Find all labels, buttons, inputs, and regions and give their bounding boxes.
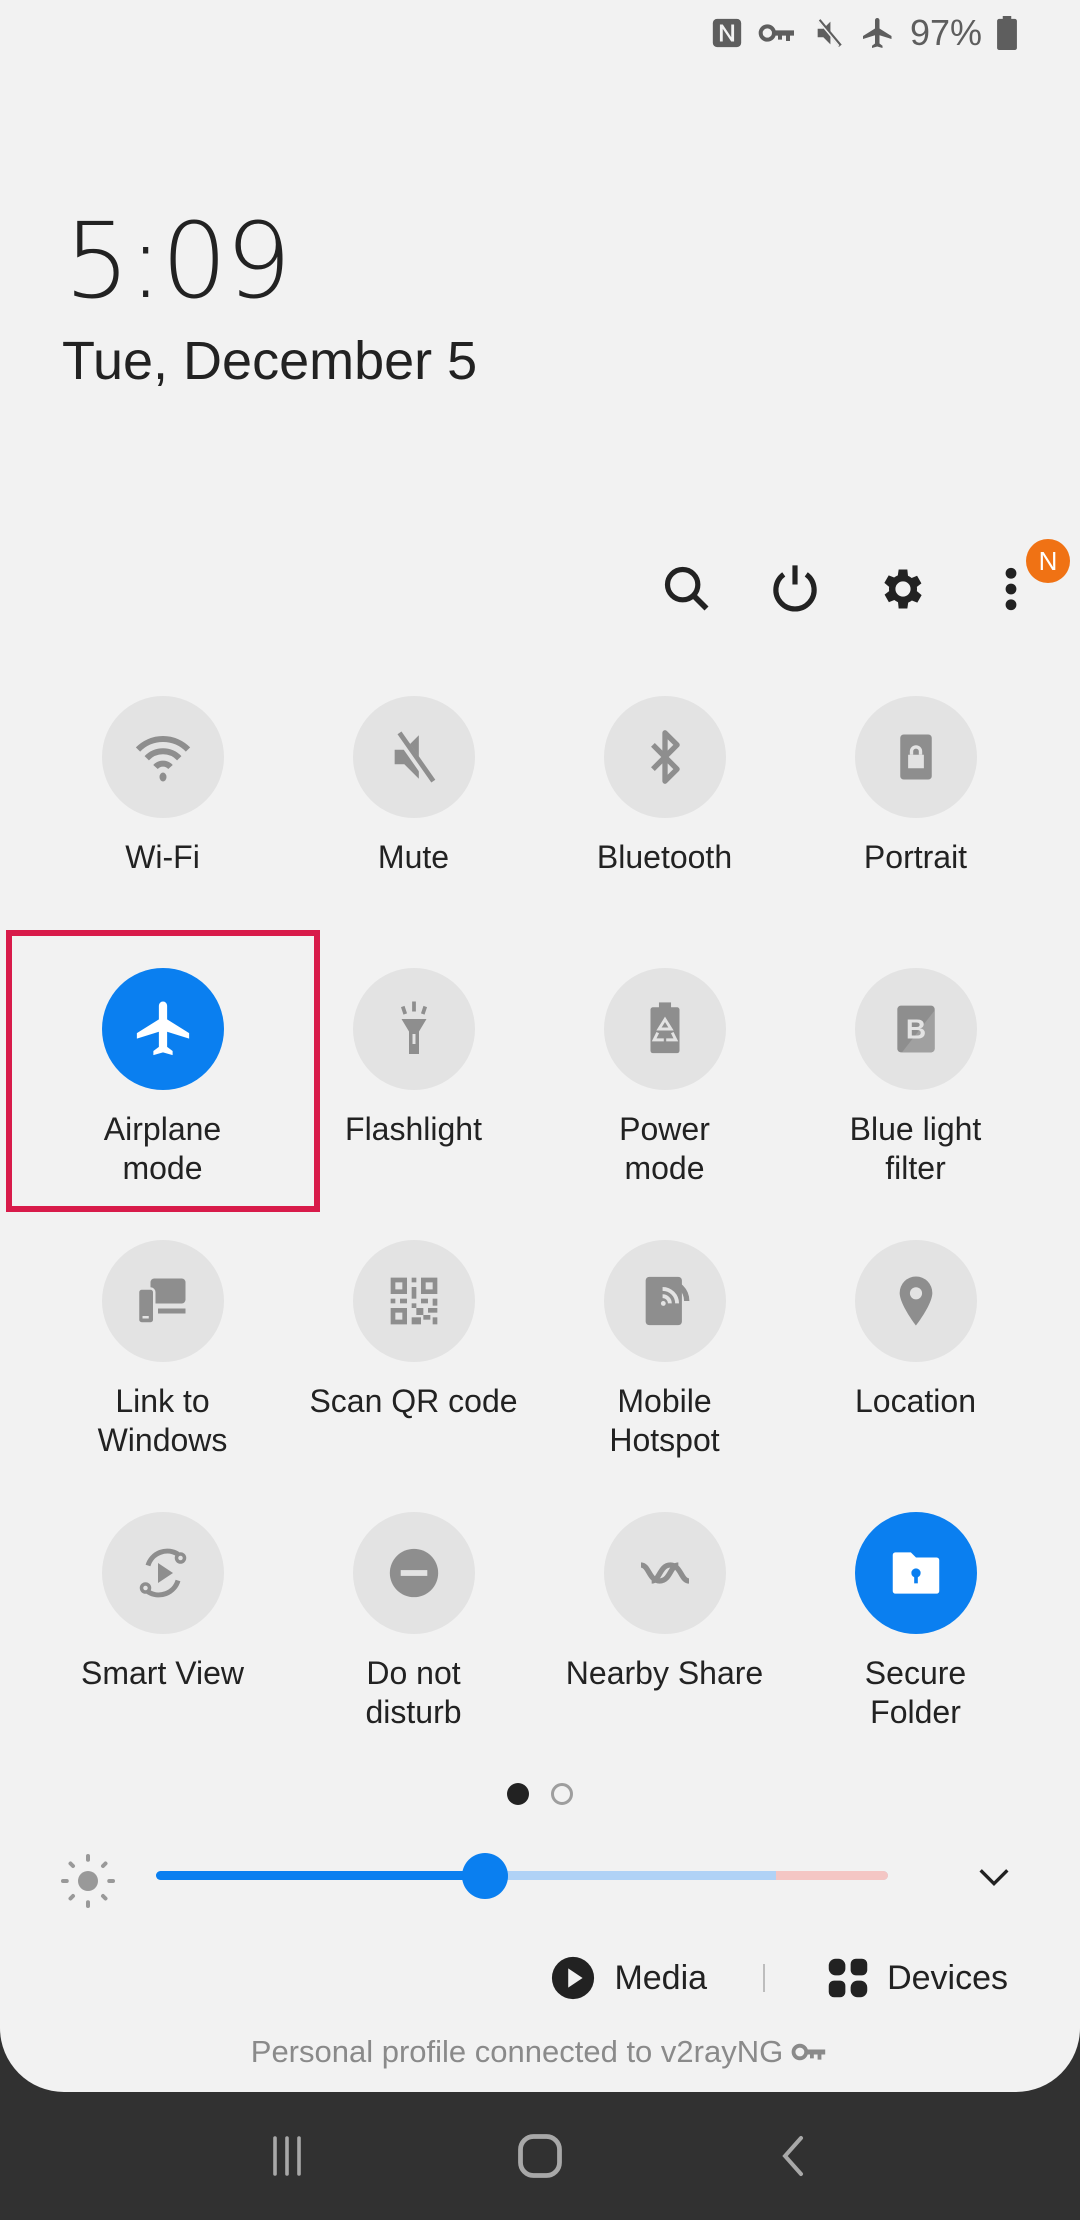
brightness-icon <box>61 1854 115 1908</box>
nearby-share-icon <box>639 1562 690 1584</box>
divider <box>763 1964 766 1992</box>
home-button[interactable] <box>495 2111 585 2201</box>
chevron-down-icon[interactable] <box>974 1857 1014 1897</box>
bluetooth-icon <box>650 730 680 784</box>
tile-label: Blue light filter <box>849 1111 982 1186</box>
media-devices-bar: Media Devices <box>550 1955 1008 2001</box>
tile-label: Location <box>855 1383 976 1419</box>
brightness-slider-warm-zone <box>776 1871 888 1880</box>
tile-secure-folder[interactable]: Secure Folder <box>790 1512 1041 1784</box>
power-mode-icon <box>650 1002 679 1054</box>
mute-icon <box>393 730 435 784</box>
tile-wifi[interactable]: Wi-Fi <box>37 696 288 968</box>
nfc-icon <box>710 16 744 50</box>
battery-icon <box>996 16 1018 50</box>
tile-flashlight[interactable]: Flashlight <box>288 968 539 1240</box>
home-icon <box>518 2134 562 2178</box>
page-dot-2[interactable] <box>551 1783 573 1805</box>
power-icon <box>773 565 817 612</box>
search-button[interactable] <box>658 555 716 623</box>
media-label: Media <box>614 1958 708 1997</box>
smart-view-icon <box>139 1548 186 1598</box>
tile-nearby-share[interactable]: Nearby Share <box>539 1512 790 1784</box>
do-not-disturb-icon <box>389 1548 438 1598</box>
tile-label: Power mode <box>619 1111 710 1186</box>
tile-bluetooth[interactable]: Bluetooth <box>539 696 790 968</box>
tile-label: Secure Folder <box>864 1655 967 1730</box>
tile-label: Flashlight <box>345 1111 482 1147</box>
back-button[interactable] <box>748 2111 838 2201</box>
brightness-slider-thumb[interactable] <box>462 1853 509 1899</box>
search-icon <box>664 566 709 611</box>
navigation-bar <box>0 2092 1080 2220</box>
notification-badge: N <box>1026 539 1070 583</box>
tile-do-not-disturb[interactable]: Do not disturb <box>288 1512 539 1784</box>
tile-portrait[interactable]: Portrait <box>790 696 1041 968</box>
tile-label: Scan QR code <box>309 1383 518 1419</box>
brightness-slider-track[interactable] <box>156 1871 888 1880</box>
media-button[interactable]: Media <box>550 1955 707 2001</box>
back-icon <box>782 2136 804 2176</box>
tile-label: Bluetooth <box>596 839 733 875</box>
airplane-icon <box>860 15 896 51</box>
tile-label: Mute <box>377 839 450 875</box>
power-button[interactable] <box>766 555 824 623</box>
panel-actions: N <box>658 539 1070 623</box>
mute-icon <box>812 16 846 50</box>
blue-light-icon: B <box>896 1005 935 1053</box>
tile-label: Airplane mode <box>103 1111 222 1186</box>
quick-settings-grid: Wi-Fi Mute Bluetooth Portrait Airplane m… <box>0 696 1080 1784</box>
clock-time[interactable]: 5:09 <box>64 200 292 322</box>
tile-power-mode[interactable]: Power mode <box>539 968 790 1240</box>
tile-scan-qr-code[interactable]: Scan QR code <box>288 1240 539 1512</box>
tile-label: Link to Windows <box>97 1383 228 1458</box>
tile-airplane-mode[interactable]: Airplane mode <box>37 968 288 1240</box>
page-indicator <box>0 1783 1080 1805</box>
settings-button[interactable] <box>874 555 932 623</box>
vpn-key-icon <box>758 18 798 48</box>
more-options-button[interactable]: N <box>982 539 1070 623</box>
wifi-icon <box>135 736 190 782</box>
svg-text:B: B <box>905 1013 925 1044</box>
media-play-icon <box>552 1956 595 2000</box>
flashlight-icon <box>400 1001 427 1054</box>
clock-date[interactable]: Tue, December 5 <box>62 330 477 392</box>
tile-label: Portrait <box>863 839 968 875</box>
tile-label: Mobile Hotspot <box>609 1383 720 1458</box>
battery-percent: 97% <box>909 12 982 53</box>
hotspot-icon <box>645 1276 689 1326</box>
vpn-key-icon <box>791 2043 826 2061</box>
tile-smart-view[interactable]: Smart View <box>37 1512 288 1784</box>
location-icon <box>899 1276 932 1326</box>
tile-blue-light-filter[interactable]: B Blue light filter <box>790 968 1041 1240</box>
tile-label: Smart View <box>80 1655 244 1691</box>
devices-icon <box>828 1958 868 1998</box>
airplane-icon <box>136 1001 189 1056</box>
recent-apps-button[interactable] <box>242 2111 332 2201</box>
devices-button[interactable]: Devices <box>827 1957 1008 1999</box>
status-bar: 97% <box>710 8 1018 58</box>
vpn-profile-text: Personal profile connected to v2rayNG <box>250 2034 784 2069</box>
settings-icon <box>884 569 922 609</box>
page-dot-1[interactable] <box>507 1783 529 1805</box>
brightness-slider-fill <box>156 1871 486 1880</box>
tile-label: Do not disturb <box>365 1655 462 1730</box>
tile-label: Wi-Fi <box>125 839 200 875</box>
vpn-profile-status[interactable]: Personal profile connected to v2rayNG <box>0 2034 1080 2070</box>
tile-location[interactable]: Location <box>790 1240 1041 1512</box>
secure-folder-icon <box>892 1552 939 1594</box>
devices-label: Devices <box>887 1958 1008 1997</box>
tile-label: Nearby Share <box>565 1655 764 1691</box>
tile-mute[interactable]: Mute <box>288 696 539 968</box>
recent-apps-icon <box>272 2136 301 2176</box>
more-options-icon <box>1005 567 1017 611</box>
quick-settings-panel: 97% 5:09 Tue, December 5 N Wi-Fi Mute Bl… <box>0 0 1080 2092</box>
portrait-lock-icon <box>899 734 932 780</box>
tile-mobile-hotspot[interactable]: Mobile Hotspot <box>539 1240 790 1512</box>
link-windows-icon <box>136 1278 185 1325</box>
brightness-control <box>0 1845 1080 1908</box>
tile-link-to-windows[interactable]: Link to Windows <box>37 1240 288 1512</box>
qr-code-icon <box>390 1277 437 1325</box>
